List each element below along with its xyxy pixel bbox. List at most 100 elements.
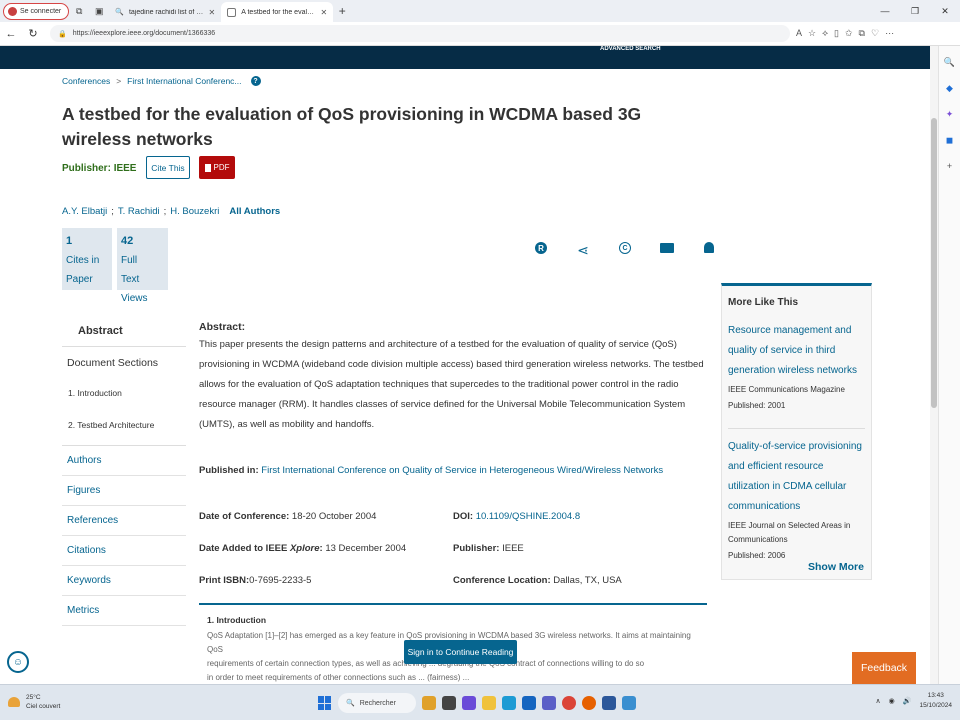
- url-field[interactable]: 🔒 https://ieeexplore.ieee.org/document/1…: [50, 25, 790, 42]
- full-text-views-metric[interactable]: 42 Full Text Views: [117, 228, 168, 304]
- copyright-icon[interactable]: C: [604, 242, 646, 259]
- outlook-app-icon[interactable]: [522, 696, 536, 710]
- breadcrumb-conference[interactable]: First International Conferenc...: [127, 76, 241, 86]
- taskbar-apps: 🔍 Rechercher: [318, 693, 636, 713]
- tab-title: A testbed for the evaluation of Q: [241, 8, 315, 16]
- abstract-label: Abstract:: [199, 321, 246, 333]
- collections-icon[interactable]: ⧉: [859, 28, 865, 39]
- publisher-value: IEEE: [113, 163, 137, 174]
- browser-essentials-icon[interactable]: ♡: [871, 28, 879, 39]
- tab-actions-icon[interactable]: ▣: [89, 1, 109, 21]
- alert-bell-icon[interactable]: [688, 242, 730, 259]
- tab-ieee[interactable]: A testbed for the evaluation of Q ✕: [221, 2, 334, 22]
- nav-references[interactable]: References: [62, 506, 186, 536]
- favorite-star-icon[interactable]: ☆: [808, 28, 816, 39]
- notepad-app-icon[interactable]: [622, 696, 636, 710]
- rights-permissions-icon[interactable]: R: [520, 242, 562, 259]
- author-link[interactable]: H. Bouzekri: [170, 206, 219, 217]
- file-explorer-icon[interactable]: [482, 696, 496, 710]
- author-separator: ;: [111, 206, 114, 217]
- nav-section-introduction[interactable]: 1. Introduction: [62, 377, 186, 409]
- profile-label: Se connecter: [20, 7, 62, 15]
- nav-metrics[interactable]: Metrics: [62, 596, 186, 626]
- doi-link[interactable]: 10.1109/QSHINE.2004.8: [476, 511, 580, 522]
- nav-authors[interactable]: Authors: [62, 446, 186, 476]
- chrome-app-icon[interactable]: [562, 696, 576, 710]
- system-clock[interactable]: 13:43 15/10/2024: [919, 691, 952, 711]
- refresh-button[interactable]: ↻: [22, 27, 44, 40]
- share-icon[interactable]: ⋖: [562, 242, 604, 259]
- sign-in-continue-button[interactable]: Sign in to Continue Reading: [404, 640, 517, 664]
- search-icon: 🔍: [115, 9, 124, 16]
- close-window-icon[interactable]: ✕: [930, 0, 960, 22]
- read-aloud-icon[interactable]: A: [796, 28, 802, 39]
- all-authors-link[interactable]: All Authors: [229, 206, 280, 217]
- author-link[interactable]: T. Rachidi: [118, 206, 160, 217]
- store-app-icon[interactable]: [422, 696, 436, 710]
- cite-this-button[interactable]: Cite This: [146, 156, 190, 179]
- split-screen-icon[interactable]: ▯: [834, 28, 839, 39]
- close-tab-icon[interactable]: ✕: [209, 8, 216, 17]
- profile-button[interactable]: Se connecter: [3, 2, 70, 20]
- meta-value: 13 December 2004: [325, 543, 407, 554]
- cites-in-paper-metric[interactable]: 1 Cites in Paper: [62, 228, 112, 290]
- nav-section-testbed-architecture[interactable]: 2. Testbed Architecture: [62, 409, 186, 441]
- show-more-link[interactable]: Show More: [808, 561, 864, 573]
- close-tab-icon[interactable]: ✕: [321, 8, 328, 17]
- feedback-button[interactable]: Feedback: [852, 652, 916, 684]
- weather-desc: Ciel couvert: [26, 703, 61, 710]
- metric-label-line2: Paper: [66, 274, 93, 285]
- breadcrumb: Conferences > First International Confer…: [62, 76, 261, 86]
- volume-icon[interactable]: 🔊: [903, 697, 912, 705]
- nav-keywords[interactable]: Keywords: [62, 566, 186, 596]
- author-link[interactable]: A.Y. Elbatji: [62, 206, 107, 217]
- nav-abstract[interactable]: Abstract: [62, 311, 186, 347]
- favorites-icon[interactable]: ✩: [845, 28, 853, 39]
- nav-citations[interactable]: Citations: [62, 536, 186, 566]
- pdf-button[interactable]: PDF: [199, 156, 235, 179]
- published-in-link[interactable]: First International Conference on Qualit…: [261, 465, 663, 476]
- photos-app-icon[interactable]: [442, 696, 456, 710]
- start-button-icon[interactable]: [318, 696, 332, 710]
- word-app-icon[interactable]: [602, 696, 616, 710]
- intro-heading: 1. Introduction: [207, 615, 267, 625]
- chat-app-icon[interactable]: [462, 696, 476, 710]
- advanced-search-link[interactable]: ADVANCED SEARCH: [600, 46, 661, 52]
- teams-app-icon[interactable]: [542, 696, 556, 710]
- sidebar-outlook-icon[interactable]: ◼: [944, 134, 956, 146]
- more-menu-icon[interactable]: ⋯: [885, 28, 894, 39]
- related-article-link[interactable]: Resource management and quality of servi…: [728, 321, 865, 381]
- breadcrumb-conferences[interactable]: Conferences: [62, 76, 110, 86]
- section-divider: [199, 603, 707, 605]
- accessibility-icon[interactable]: ☺: [7, 651, 29, 673]
- network-icon[interactable]: ◉: [889, 697, 895, 705]
- sidebar-search-icon[interactable]: 🔍: [944, 56, 956, 68]
- tray-overflow-icon[interactable]: ∧: [876, 697, 881, 705]
- sidebar-shopping-icon[interactable]: ◆: [944, 82, 956, 94]
- weather-widget[interactable]: 25°C Ciel couvert: [8, 693, 60, 711]
- restore-icon[interactable]: ❐: [900, 0, 930, 22]
- taskbar-search[interactable]: 🔍 Rechercher: [338, 693, 416, 713]
- related-article-link[interactable]: Quality-of-service provisioning and effi…: [728, 437, 865, 517]
- workspaces-icon[interactable]: ⧉: [69, 1, 89, 21]
- folder-icon[interactable]: [646, 242, 688, 259]
- edge-browser-icon[interactable]: [502, 696, 516, 710]
- abstract-section: Abstract: This paper presents the design…: [199, 321, 709, 435]
- back-button[interactable]: ←: [0, 28, 22, 40]
- minimize-icon[interactable]: —: [870, 0, 900, 22]
- sidebar-add-icon[interactable]: +: [944, 160, 956, 172]
- extensions-icon[interactable]: ⟡: [822, 28, 828, 39]
- related-article-source: IEEE Communications Magazine: [728, 385, 845, 394]
- date-of-conference: Date of Conference: 18-20 October 2004: [199, 511, 376, 522]
- nav-figures[interactable]: Figures: [62, 476, 186, 506]
- new-tab-button[interactable]: +: [333, 4, 351, 18]
- tab-scholar[interactable]: 🔍 tajedine rachidi list of publicatio ✕: [109, 2, 221, 22]
- conference-location: Conference Location: Dallas, TX, USA: [453, 575, 622, 586]
- help-icon[interactable]: ?: [250, 76, 261, 86]
- sidebar-tools-icon[interactable]: ✦: [944, 108, 956, 120]
- firefox-app-icon[interactable]: [582, 696, 596, 710]
- scrollbar-thumb[interactable]: [931, 118, 937, 408]
- publisher-label: Publisher:: [62, 163, 111, 174]
- meta-label: Conference Location:: [453, 575, 551, 586]
- page-scrollbar[interactable]: [930, 46, 938, 684]
